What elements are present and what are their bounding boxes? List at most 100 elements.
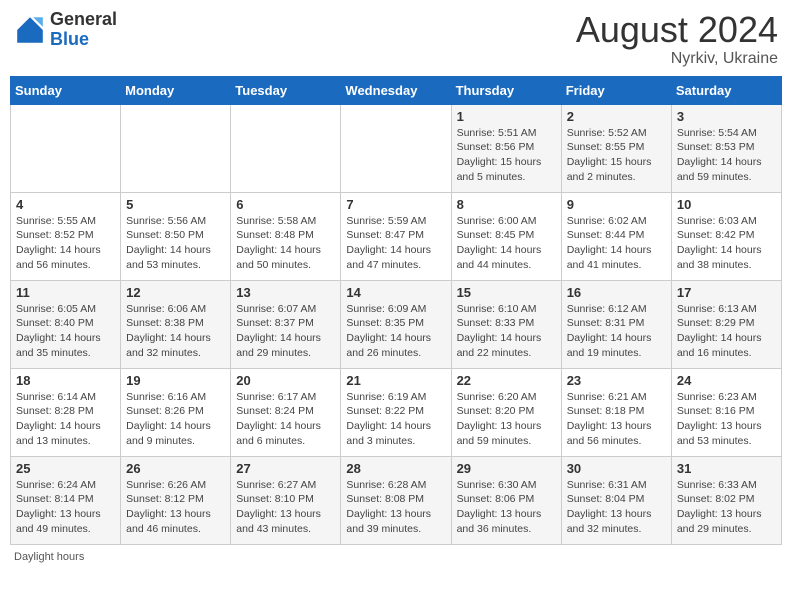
calendar-cell: 6 Sunrise: 5:58 AM Sunset: 8:48 PM Daylig… <box>231 192 341 280</box>
day-info: Sunrise: 6:33 AM Sunset: 8:02 PM Dayligh… <box>677 478 776 537</box>
calendar-table: SundayMondayTuesdayWednesdayThursdayFrid… <box>10 76 782 545</box>
day-info: Sunrise: 5:54 AM Sunset: 8:53 PM Dayligh… <box>677 126 776 185</box>
calendar-week-5: 25 Sunrise: 6:24 AM Sunset: 8:14 PM Dayli… <box>11 456 782 544</box>
day-number: 16 <box>567 285 666 300</box>
calendar-cell: 3 Sunrise: 5:54 AM Sunset: 8:53 PM Daylig… <box>671 104 781 192</box>
calendar-week-1: 1 Sunrise: 5:51 AM Sunset: 8:56 PM Daylig… <box>11 104 782 192</box>
calendar-cell: 14Sunrise: 6:09 AM Sunset: 8:35 PM Dayli… <box>341 280 451 368</box>
page-header: General Blue August 2024 Nyrkiv, Ukraine <box>10 10 782 68</box>
day-number: 7 <box>346 197 445 212</box>
day-info: Sunrise: 6:27 AM Sunset: 8:10 PM Dayligh… <box>236 478 335 537</box>
calendar-cell: 31 Sunrise: 6:33 AM Sunset: 8:02 PM Dayli… <box>671 456 781 544</box>
day-number: 25 <box>16 461 115 476</box>
calendar-cell: 27 Sunrise: 6:27 AM Sunset: 8:10 PM Dayli… <box>231 456 341 544</box>
calendar-cell: 15Sunrise: 6:10 AM Sunset: 8:33 PM Dayli… <box>451 280 561 368</box>
day-number: 6 <box>236 197 335 212</box>
day-number: 20 <box>236 373 335 388</box>
day-info: Sunrise: 6:16 AM Sunset: 8:26 PM Dayligh… <box>126 390 225 449</box>
calendar-cell: 12 Sunrise: 6:06 AM Sunset: 8:38 PM Dayli… <box>121 280 231 368</box>
day-number: 27 <box>236 461 335 476</box>
day-info: Sunrise: 5:56 AM Sunset: 8:50 PM Dayligh… <box>126 214 225 273</box>
day-info: Sunrise: 5:52 AM Sunset: 8:55 PM Dayligh… <box>567 126 666 185</box>
calendar-cell: 2 Sunrise: 5:52 AM Sunset: 8:55 PM Daylig… <box>561 104 671 192</box>
day-info: Sunrise: 6:17 AM Sunset: 8:24 PM Dayligh… <box>236 390 335 449</box>
day-number: 2 <box>567 109 666 124</box>
calendar-cell: 19 Sunrise: 6:16 AM Sunset: 8:26 PM Dayli… <box>121 368 231 456</box>
day-info: Sunrise: 5:59 AM Sunset: 8:47 PM Dayligh… <box>346 214 445 273</box>
day-info: Sunrise: 6:03 AM Sunset: 8:42 PM Dayligh… <box>677 214 776 273</box>
day-number: 1 <box>457 109 556 124</box>
day-info: Sunrise: 6:12 AM Sunset: 8:31 PM Dayligh… <box>567 302 666 361</box>
calendar-week-4: 18Sunrise: 6:14 AM Sunset: 8:28 PM Dayli… <box>11 368 782 456</box>
day-info: Sunrise: 6:02 AM Sunset: 8:44 PM Dayligh… <box>567 214 666 273</box>
day-info: Sunrise: 6:30 AM Sunset: 8:06 PM Dayligh… <box>457 478 556 537</box>
day-number: 12 <box>126 285 225 300</box>
calendar-cell: 13Sunrise: 6:07 AM Sunset: 8:37 PM Dayli… <box>231 280 341 368</box>
day-info: Sunrise: 6:06 AM Sunset: 8:38 PM Dayligh… <box>126 302 225 361</box>
day-number: 17 <box>677 285 776 300</box>
calendar-cell: 8Sunrise: 6:00 AM Sunset: 8:45 PM Daylig… <box>451 192 561 280</box>
calendar-cell <box>341 104 451 192</box>
day-number: 15 <box>457 285 556 300</box>
day-number: 30 <box>567 461 666 476</box>
calendar-cell: 5 Sunrise: 5:56 AM Sunset: 8:50 PM Daylig… <box>121 192 231 280</box>
logo-blue-text: Blue <box>50 30 117 50</box>
day-number: 13 <box>236 285 335 300</box>
day-number: 4 <box>16 197 115 212</box>
day-info: Sunrise: 5:58 AM Sunset: 8:48 PM Dayligh… <box>236 214 335 273</box>
calendar-cell: 23 Sunrise: 6:21 AM Sunset: 8:18 PM Dayli… <box>561 368 671 456</box>
calendar-cell: 16 Sunrise: 6:12 AM Sunset: 8:31 PM Dayli… <box>561 280 671 368</box>
day-number: 9 <box>567 197 666 212</box>
calendar-cell: 10Sunrise: 6:03 AM Sunset: 8:42 PM Dayli… <box>671 192 781 280</box>
day-info: Sunrise: 6:28 AM Sunset: 8:08 PM Dayligh… <box>346 478 445 537</box>
title-block: August 2024 Nyrkiv, Ukraine <box>576 10 778 68</box>
day-number: 3 <box>677 109 776 124</box>
calendar-week-3: 11 Sunrise: 6:05 AM Sunset: 8:40 PM Dayli… <box>11 280 782 368</box>
logo-icon <box>14 14 46 46</box>
day-info: Sunrise: 6:00 AM Sunset: 8:45 PM Dayligh… <box>457 214 556 273</box>
header-day-thursday: Thursday <box>451 76 561 104</box>
header-day-friday: Friday <box>561 76 671 104</box>
day-info: Sunrise: 6:13 AM Sunset: 8:29 PM Dayligh… <box>677 302 776 361</box>
calendar-cell: 11 Sunrise: 6:05 AM Sunset: 8:40 PM Dayli… <box>11 280 121 368</box>
day-info: Sunrise: 6:26 AM Sunset: 8:12 PM Dayligh… <box>126 478 225 537</box>
day-number: 29 <box>457 461 556 476</box>
day-info: Sunrise: 5:55 AM Sunset: 8:52 PM Dayligh… <box>16 214 115 273</box>
day-number: 5 <box>126 197 225 212</box>
location-subtitle: Nyrkiv, Ukraine <box>576 50 778 68</box>
calendar-cell: 28 Sunrise: 6:28 AM Sunset: 8:08 PM Dayli… <box>341 456 451 544</box>
day-number: 26 <box>126 461 225 476</box>
calendar-header-row: SundayMondayTuesdayWednesdayThursdayFrid… <box>11 76 782 104</box>
day-info: Sunrise: 6:20 AM Sunset: 8:20 PM Dayligh… <box>457 390 556 449</box>
calendar-week-2: 4 Sunrise: 5:55 AM Sunset: 8:52 PM Daylig… <box>11 192 782 280</box>
day-info: Sunrise: 6:24 AM Sunset: 8:14 PM Dayligh… <box>16 478 115 537</box>
header-day-tuesday: Tuesday <box>231 76 341 104</box>
logo-general-text: General <box>50 10 117 30</box>
day-number: 23 <box>567 373 666 388</box>
day-info: Sunrise: 6:23 AM Sunset: 8:16 PM Dayligh… <box>677 390 776 449</box>
calendar-cell: 4 Sunrise: 5:55 AM Sunset: 8:52 PM Daylig… <box>11 192 121 280</box>
day-number: 19 <box>126 373 225 388</box>
day-info: Sunrise: 5:51 AM Sunset: 8:56 PM Dayligh… <box>457 126 556 185</box>
calendar-cell: 1 Sunrise: 5:51 AM Sunset: 8:56 PM Daylig… <box>451 104 561 192</box>
calendar-cell: 30 Sunrise: 6:31 AM Sunset: 8:04 PM Dayli… <box>561 456 671 544</box>
header-day-wednesday: Wednesday <box>341 76 451 104</box>
calendar-cell: 7 Sunrise: 5:59 AM Sunset: 8:47 PM Daylig… <box>341 192 451 280</box>
day-number: 11 <box>16 285 115 300</box>
day-number: 28 <box>346 461 445 476</box>
calendar-cell <box>121 104 231 192</box>
calendar-cell <box>11 104 121 192</box>
calendar-cell: 20 Sunrise: 6:17 AM Sunset: 8:24 PM Dayli… <box>231 368 341 456</box>
day-info: Sunrise: 6:21 AM Sunset: 8:18 PM Dayligh… <box>567 390 666 449</box>
day-info: Sunrise: 6:05 AM Sunset: 8:40 PM Dayligh… <box>16 302 115 361</box>
day-info: Sunrise: 6:19 AM Sunset: 8:22 PM Dayligh… <box>346 390 445 449</box>
day-number: 14 <box>346 285 445 300</box>
day-info: Sunrise: 6:31 AM Sunset: 8:04 PM Dayligh… <box>567 478 666 537</box>
day-number: 31 <box>677 461 776 476</box>
calendar-cell: 9 Sunrise: 6:02 AM Sunset: 8:44 PM Daylig… <box>561 192 671 280</box>
day-number: 22 <box>457 373 556 388</box>
header-day-sunday: Sunday <box>11 76 121 104</box>
calendar-cell: 21Sunrise: 6:19 AM Sunset: 8:22 PM Dayli… <box>341 368 451 456</box>
header-day-monday: Monday <box>121 76 231 104</box>
day-info: Sunrise: 6:14 AM Sunset: 8:28 PM Dayligh… <box>16 390 115 449</box>
